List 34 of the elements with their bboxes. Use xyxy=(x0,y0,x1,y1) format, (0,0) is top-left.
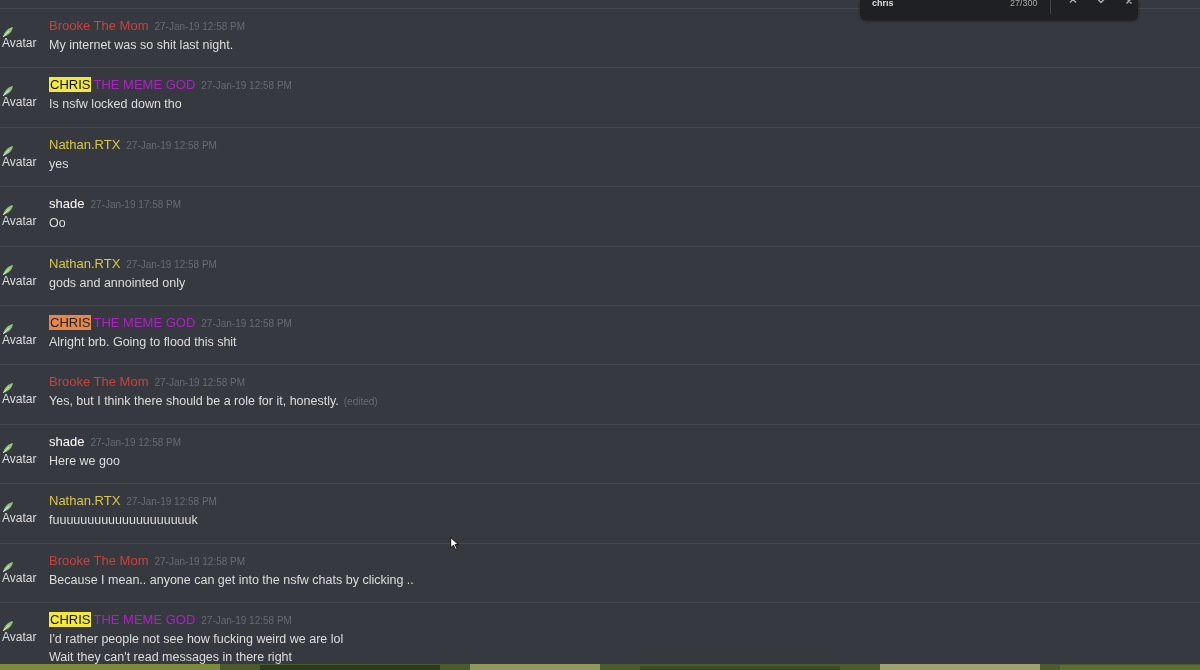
message-text: My internet was so shit last night. xyxy=(49,37,234,54)
avatar-alt-text: Avatar xyxy=(2,275,37,286)
avatar-alt-text: Avatar xyxy=(2,631,37,642)
message-text: Is nsfw locked down tho xyxy=(49,96,182,114)
mouse-cursor-icon xyxy=(450,537,459,550)
search-highlight: CHRIS xyxy=(49,611,92,627)
avatar-alt-text: Avatar xyxy=(2,216,37,227)
match-count: 27/300 xyxy=(1010,0,1038,6)
avatar-alt-text: Avatar xyxy=(2,38,37,48)
username[interactable]: Nathan.RTX xyxy=(49,493,121,509)
username[interactable]: Nathan.RTX xyxy=(49,255,121,271)
message-text: Wait they can't read messages in there right xyxy=(49,648,292,664)
avatar-alt-text: Avatar xyxy=(2,334,37,345)
message-text: Yes, but I think there should be a role for it, honestly. xyxy=(49,393,339,411)
message-text: Alright brb. Going to flood this shit xyxy=(49,333,237,351)
username[interactable]: shade xyxy=(49,196,85,212)
message-text: yes xyxy=(49,155,69,173)
avatar-alt-text: Avatar xyxy=(2,156,37,167)
message-text: I'd rather people not see how fucking weird we are lol xyxy=(49,630,344,648)
message-text: fuuuuuuuuuuuuuuuuuuuuk xyxy=(49,512,198,530)
search-query[interactable]: chris xyxy=(872,0,982,6)
search-highlight: CHRIS xyxy=(49,314,92,330)
search-highlight: CHRIS xyxy=(49,77,92,93)
username[interactable]: shade xyxy=(49,433,85,449)
avatar-alt-text: Avatar xyxy=(2,513,37,524)
message-text: gods and annointed only xyxy=(49,274,186,292)
avatar-alt-text: Avatar xyxy=(2,394,37,405)
message-text: Oo xyxy=(49,215,66,233)
message-text: Here we goo xyxy=(49,452,120,470)
username[interactable]: Nathan.RTX xyxy=(49,136,121,152)
avatar-alt-text: Avatar xyxy=(2,453,37,464)
avatar-alt-text: Avatar xyxy=(2,572,37,583)
message-text: Because I mean.. anyone can get into the nsfw chats by clicking .. xyxy=(49,571,414,589)
avatar-alt-text: Avatar xyxy=(2,97,37,108)
